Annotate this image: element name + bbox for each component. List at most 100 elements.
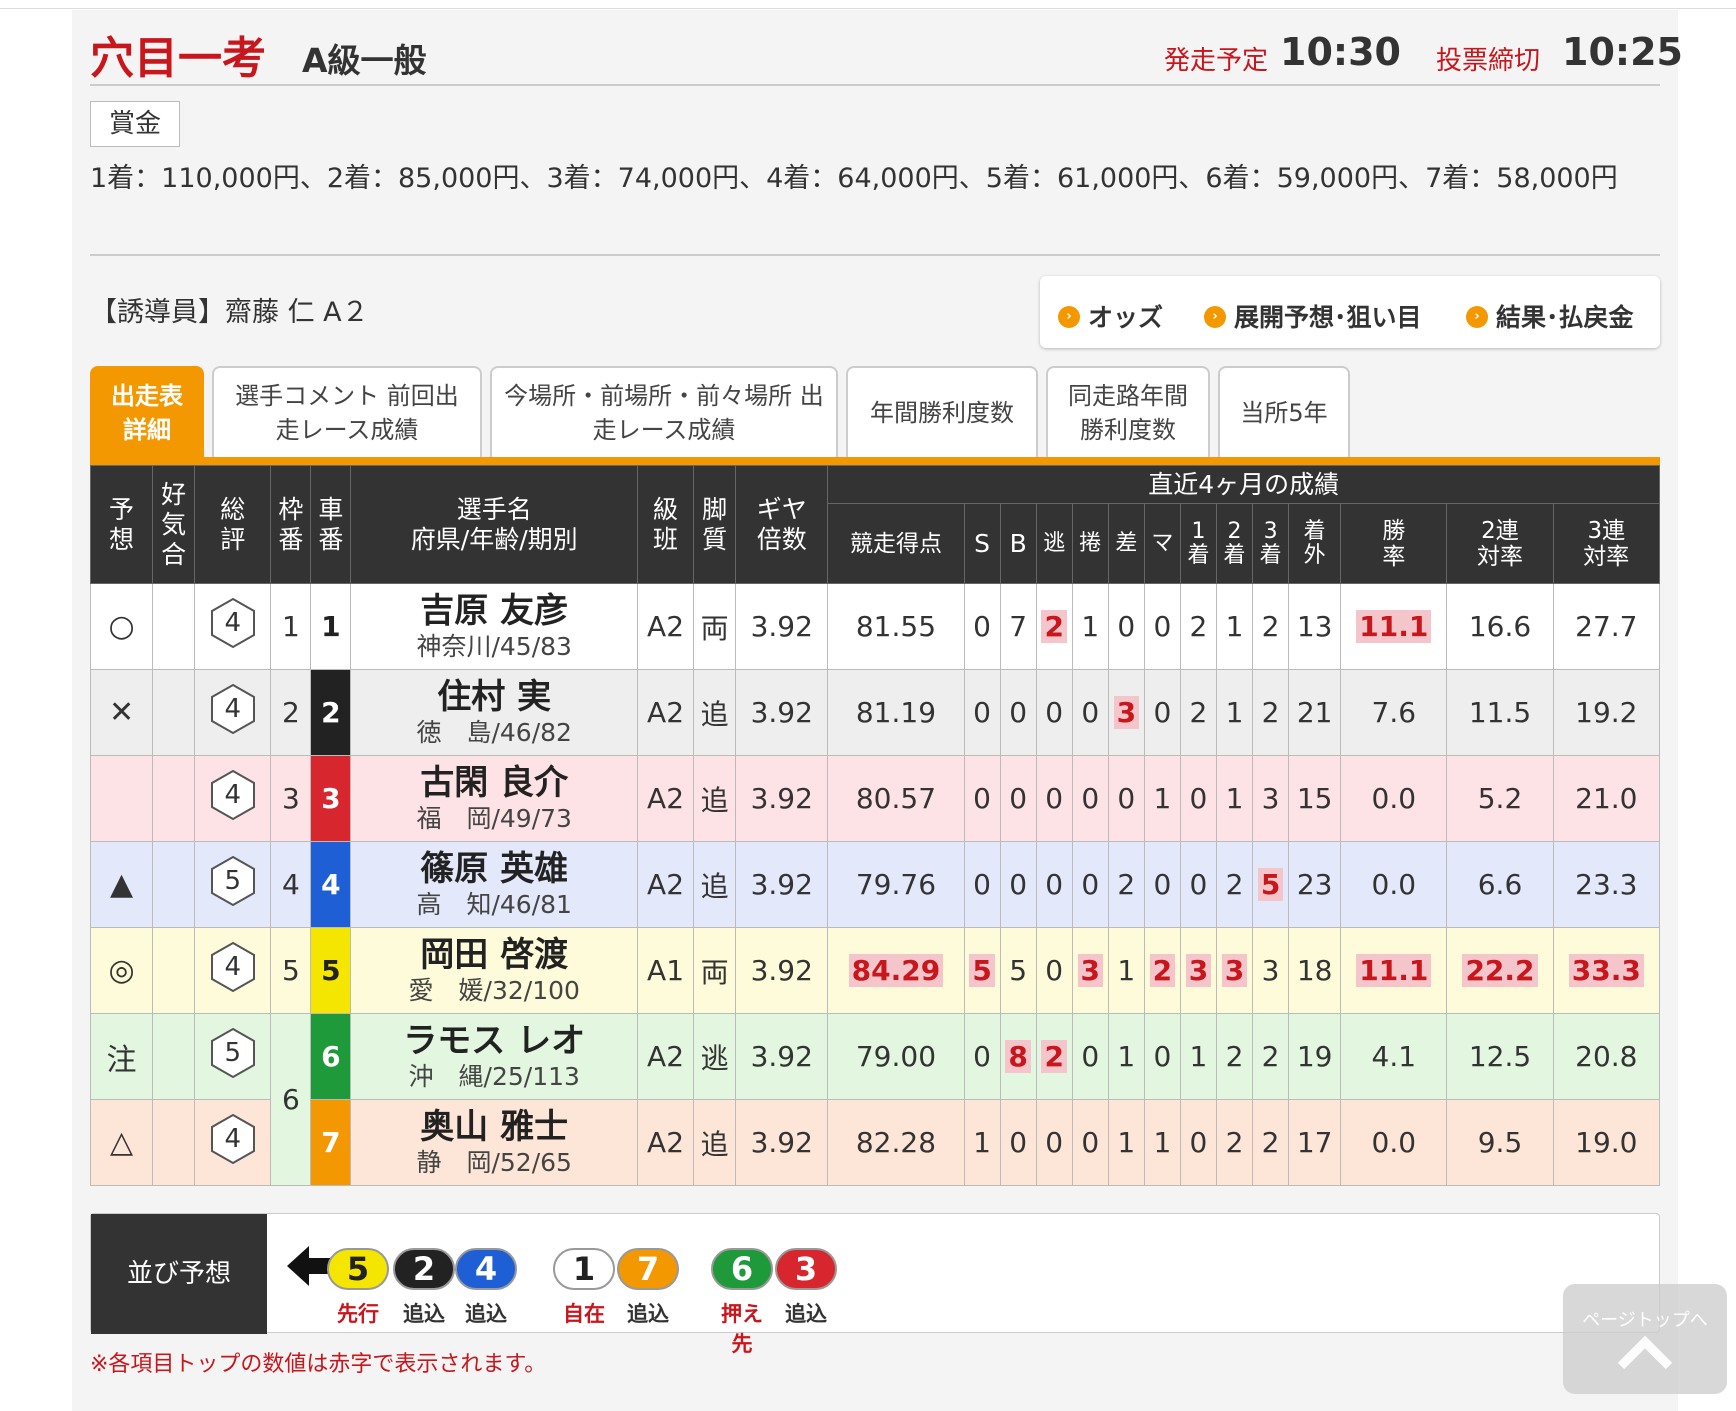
col-kyaku: 脚質 [693, 465, 737, 584]
line-car-badge: 3 [775, 1248, 837, 1290]
racer-name[interactable]: 住村 実 [351, 677, 637, 717]
class-cell: A2 [636, 1013, 695, 1100]
stat-b-value: 8 [1005, 1040, 1031, 1073]
car-number-value: 7 [321, 1126, 341, 1159]
stat-s-value: 0 [973, 868, 991, 901]
racer-cell[interactable]: ラモス レオ沖 縄/25/113 [350, 1013, 638, 1100]
stat-c1-value: 1 [1189, 1040, 1208, 1073]
waku-number: 1 [270, 583, 312, 670]
stat-sashi-value: 1 [1117, 954, 1136, 987]
ren2-rate-value: 9.5 [1477, 1126, 1523, 1159]
racer-cell[interactable]: 古閑 良介福 岡/49/73 [350, 755, 638, 842]
racer-cell[interactable]: 吉原 友彦 神奈川/45/83 [350, 583, 638, 670]
score-cell: 82.28 [827, 1099, 965, 1186]
stat-makuri-value: 0 [1081, 696, 1100, 729]
stat-c1: 0 [1179, 841, 1218, 928]
odds-link[interactable]: › オッズ [1058, 298, 1163, 334]
tab-track-wins[interactable]: 同走路年間 勝利度数 [1046, 366, 1210, 458]
tab-label: 選手コメント 前回出走レース成績 [235, 382, 459, 444]
tab-comments[interactable]: 選手コメント 前回出走レース成績 [212, 366, 482, 458]
racer-name[interactable]: 岡田 啓渡 [351, 935, 637, 975]
result-link[interactable]: › 結果･払戻金 [1466, 298, 1634, 334]
racer-cell[interactable]: 住村 実徳 島/46/82 [350, 669, 638, 756]
tab-past-races[interactable]: 今場所・前場所・前々場所 出走レース成績 [490, 366, 838, 458]
section-divider [90, 254, 1660, 256]
stat-c1: 0 [1179, 755, 1218, 842]
class-cell: A2 [636, 1099, 695, 1186]
waku-number: 6 [270, 1013, 312, 1186]
stat-b: 0 [999, 755, 1037, 842]
gear-cell-value: 3.92 [750, 782, 813, 815]
col-waku: 枠番 [270, 465, 312, 584]
close-label: 投票締切 [1436, 46, 1541, 76]
ren3-rate: 19.2 [1552, 669, 1661, 756]
win-rate: 7.6 [1340, 669, 1448, 756]
col-yoso: 予想 [89, 465, 154, 584]
score-cell-value: 84.29 [848, 954, 944, 987]
stat-s: 5 [963, 927, 1001, 1014]
class-cell-value: A2 [647, 610, 685, 643]
stat-s-value: 1 [973, 1126, 991, 1159]
ren2-rate: 6.6 [1446, 841, 1554, 928]
rating-value: 4 [224, 1124, 242, 1154]
rating-cell: 4 [194, 669, 272, 756]
tab-5years[interactable]: 当所5年 [1218, 366, 1350, 458]
prize-text: 1着：110,000円、2着：85,000円、3着：74,000円、4着：64,… [90, 163, 1618, 194]
stat-c3-value: 2 [1261, 1040, 1280, 1073]
racer-name[interactable]: 吉原 友彦 [351, 591, 637, 631]
racer-name[interactable]: ラモス レオ [351, 1021, 637, 1061]
tab-entry-detail[interactable]: 出走表詳細 [90, 366, 204, 458]
line-car-badge: 1 [553, 1248, 615, 1290]
style-cell: 追 [693, 1099, 737, 1186]
stat-out: 21 [1288, 669, 1342, 756]
rating-value: 5 [224, 866, 242, 896]
racer-cell[interactable]: 奥山 雅士静 岡/52/65 [350, 1099, 638, 1186]
win-rate-value: 0.0 [1371, 782, 1417, 815]
col-s: S [963, 503, 1001, 584]
stat-b: 7 [999, 583, 1037, 670]
gear-cell: 3.92 [735, 583, 829, 670]
score-cell-value: 81.55 [855, 610, 937, 643]
class-cell: A2 [636, 669, 695, 756]
stat-makuri-value: 1 [1081, 610, 1100, 643]
stat-nige-value: 0 [1045, 1126, 1064, 1159]
stat-c2-value: 1 [1225, 782, 1244, 815]
stat-c1-value: 0 [1189, 868, 1208, 901]
stat-b: 8 [999, 1013, 1037, 1100]
stat-nige-value: 2 [1041, 1040, 1067, 1073]
stat-makuri: 0 [1071, 755, 1109, 842]
car-number: 7 [310, 1099, 352, 1186]
prediction-mark-value: 注 [106, 1042, 137, 1078]
stat-nige-value: 0 [1045, 782, 1064, 815]
stat-nige-value: 0 [1045, 868, 1064, 901]
racer-name[interactable]: 奥山 雅士 [351, 1107, 637, 1147]
stat-out: 13 [1288, 583, 1342, 670]
stat-out: 15 [1288, 755, 1342, 842]
col-sohyo: 総評 [194, 465, 272, 584]
racer-name[interactable]: 篠原 英雄 [351, 849, 637, 889]
table-row: 注 5 6 6 ラモス レオ沖 縄/25/113 A2 逃 3.92 79.00 0 8 2 0 1 0 1 2… [89, 1013, 1661, 1186]
forecast-link[interactable]: › 展開予想･狙い目 [1204, 298, 1422, 334]
race-class: A級一般 [302, 41, 427, 80]
racer-name[interactable]: 古閑 良介 [351, 763, 637, 803]
racer-cell[interactable]: 篠原 英雄高 知/46/81 [350, 841, 638, 928]
ren2-rate: 9.5 [1446, 1099, 1554, 1186]
waku-number-value: 2 [281, 696, 300, 729]
prediction-mark: △ [89, 1099, 154, 1186]
stat-s: 0 [963, 755, 1001, 842]
rating-value: 4 [224, 608, 242, 638]
ren2-rate-value: 22.2 [1462, 954, 1538, 987]
racer-cell[interactable]: 岡田 啓渡愛 媛/32/100 [350, 927, 638, 1014]
col-kibun: 好気合 [152, 465, 196, 584]
stat-c2-value: 2 [1225, 868, 1244, 901]
tab-annual-wins[interactable]: 年間勝利度数 [846, 366, 1038, 458]
page-top-button[interactable]: ページトップへ [1563, 1284, 1727, 1394]
stat-c1: 2 [1179, 669, 1218, 756]
stat-sashi: 2 [1107, 841, 1145, 928]
col-ren2: 2連対率 [1446, 503, 1554, 584]
line-prediction: 並び予想 5 先行 2 追込 4 追込 1 自在 7 追込 6 押え先 3 追込 [90, 1213, 1660, 1356]
stat-c2: 1 [1215, 583, 1254, 670]
win-rate-value: 7.6 [1371, 696, 1417, 729]
stat-s-value: 0 [973, 782, 991, 815]
stat-nige: 0 [1035, 755, 1073, 842]
